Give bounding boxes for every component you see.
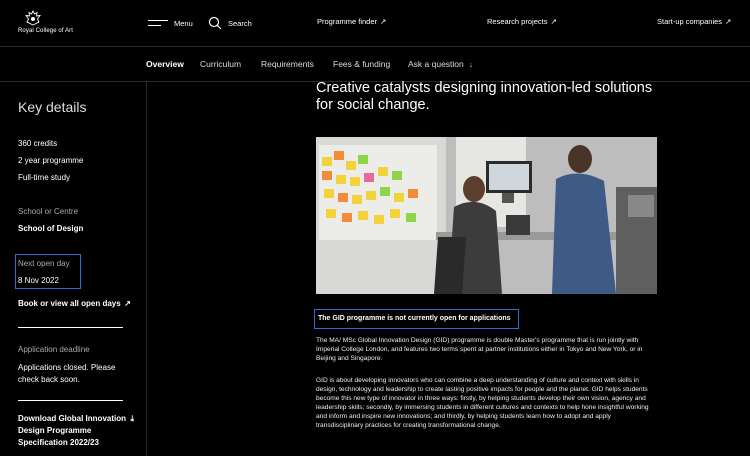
book-open-days-link[interactable]: Book or view all open days ↗ xyxy=(18,298,131,310)
tab-curriculum[interactable]: Curriculum xyxy=(200,59,241,69)
hamburger-icon xyxy=(148,18,168,28)
research-projects-label: Research projects xyxy=(487,17,548,26)
startup-companies-link[interactable]: Start-up companies ↗ xyxy=(657,17,731,26)
tab-overview[interactable]: Overview xyxy=(146,59,184,69)
school-value: School of Design xyxy=(18,224,84,233)
download-spec-link[interactable]: Download Global Innovation Design Progra… xyxy=(18,413,134,449)
external-arrow-icon: ↗ xyxy=(380,17,387,26)
programme-finder-label: Programme finder xyxy=(317,17,378,26)
top-bar: Royal College of Art Menu Search Program… xyxy=(0,0,750,47)
page-title: Creative catalysts designing innovation-… xyxy=(316,80,653,113)
description-paragraph: GID is about developing innovators who c… xyxy=(316,377,649,429)
external-arrow-icon: ↗ xyxy=(725,17,732,26)
tab-requirements[interactable]: Requirements xyxy=(261,59,314,69)
key-details-heading: Key details xyxy=(18,99,87,115)
search-icon xyxy=(208,16,222,30)
search-label: Search xyxy=(228,18,252,28)
open-day-value: 8 Nov 2022 xyxy=(18,276,59,285)
external-arrow-icon: ↗ xyxy=(124,299,131,308)
menu-label: Menu xyxy=(174,18,193,28)
section-nav: Overview Curriculum Requirements Fees & … xyxy=(0,47,750,82)
applications-closed-notice: The GID programme is not currently open … xyxy=(318,315,511,322)
deadline-label: Application deadline xyxy=(18,345,90,354)
credits-text: 360 credits xyxy=(18,139,58,148)
study-mode-text: Full-time study xyxy=(18,173,71,182)
download-spec-label: Download Global Innovation Design Progra… xyxy=(18,414,126,447)
key-details-sidebar: Key details 360 credits 2 year programme… xyxy=(0,82,147,456)
search-button[interactable]: Search xyxy=(208,14,252,32)
duration-text: 2 year programme xyxy=(18,156,84,165)
book-open-days-label: Book or view all open days xyxy=(18,299,121,308)
startup-companies-label: Start-up companies xyxy=(657,17,723,26)
crest-icon xyxy=(25,10,41,26)
tab-fees-funding[interactable]: Fees & funding xyxy=(333,59,390,69)
open-day-label: Next open day xyxy=(18,259,70,268)
deadline-value: Applications closed. Please check back s… xyxy=(18,363,116,384)
research-projects-link[interactable]: Research projects ↗ xyxy=(487,17,557,26)
menu-button[interactable]: Menu xyxy=(148,14,193,32)
students-workspace-illustration xyxy=(316,137,657,294)
hero-image xyxy=(316,137,657,294)
download-icon: ⤓ xyxy=(130,414,134,423)
divider xyxy=(18,327,123,328)
ask-question-label: Ask a question xyxy=(408,59,464,69)
rca-logo[interactable]: Royal College of Art xyxy=(18,10,78,38)
logo-text: Royal College of Art xyxy=(18,28,74,34)
intro-paragraph: The MA/ MSc Global Innovation Design (GI… xyxy=(316,337,643,362)
divider xyxy=(18,400,123,401)
arrow-down-icon: ↓ xyxy=(469,60,473,69)
tab-ask-question[interactable]: Ask a question ↓ xyxy=(408,59,473,69)
programme-finder-link[interactable]: Programme finder ↗ xyxy=(317,17,386,26)
external-arrow-icon: ↗ xyxy=(550,17,557,26)
school-label: School or Centre xyxy=(18,207,79,216)
